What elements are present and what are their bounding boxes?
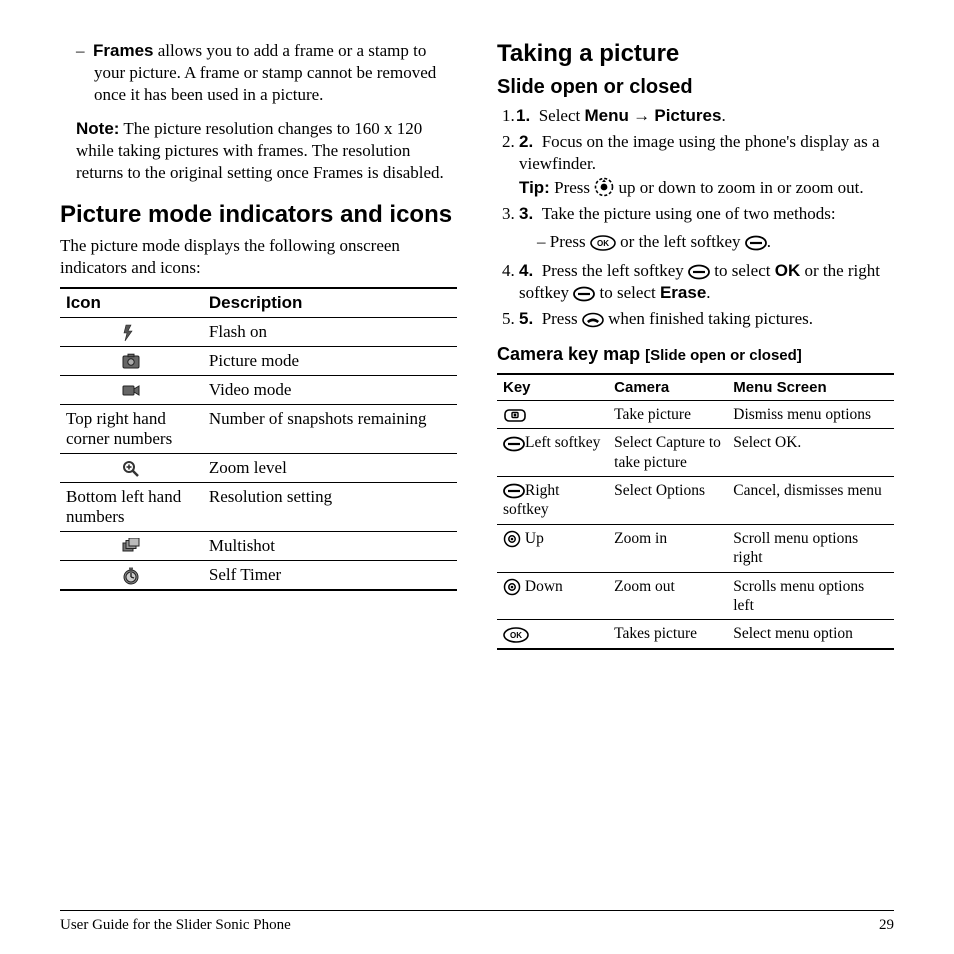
tip: Tip: Press up or down to zoom in or zoom… — [519, 177, 894, 199]
desc-cell: Video mode — [203, 375, 457, 404]
table-row: Picture mode — [60, 346, 457, 375]
key-cell: Left softkey — [497, 429, 608, 477]
table-row: UpZoom inScroll menu options right — [497, 524, 894, 572]
desc-cell: Number of snapshots remaining — [203, 405, 457, 454]
table-row: Right softkeySelect OptionsCancel, dismi… — [497, 477, 894, 525]
footer-title: User Guide for the Slider Sonic Phone — [60, 917, 291, 934]
key-cell: Right softkey — [497, 477, 608, 525]
key-cell — [497, 620, 608, 649]
keymap-table: Key Camera Menu Screen Take pictureDismi… — [497, 373, 894, 650]
step-3a: – Press or the left softkey . — [519, 231, 894, 253]
slide-heading: Slide open or closed — [497, 76, 894, 99]
menuscreen-cell: Select menu option — [727, 620, 894, 649]
step-5: 5. Press when finished taking pictures. — [519, 308, 894, 330]
kth-cam: Camera — [608, 374, 727, 401]
softkey-icon — [503, 436, 525, 452]
table-row: Video mode — [60, 375, 457, 404]
table-row: Bottom left hand numbersResolution setti… — [60, 483, 457, 532]
flash-icon — [122, 324, 140, 342]
step-3: 3. Take the picture using one of two met… — [519, 203, 894, 253]
desc-cell: Self Timer — [203, 561, 457, 591]
desc-cell: Flash on — [203, 317, 457, 346]
left-column: – Frames allows you to add a frame or a … — [60, 40, 457, 650]
camera-cell: Select Capture to take picture — [608, 429, 727, 477]
selftimer-icon — [122, 567, 140, 585]
icon-text-cell: Top right hand corner numbers — [60, 405, 203, 454]
step-4: 4. Press the left softkey to select OK o… — [519, 260, 894, 304]
icon-text-cell: Bottom left hand numbers — [60, 483, 203, 532]
frames-label: Frames — [93, 41, 153, 60]
camera-cell: Zoom out — [608, 572, 727, 620]
icons-heading: Picture mode indicators and icons — [60, 201, 457, 229]
camera-cell: Select Options — [608, 477, 727, 525]
th-icon: Icon — [60, 288, 203, 318]
softkey-icon — [688, 264, 710, 280]
step-2: 2. Focus on the image using the phone's … — [519, 131, 894, 199]
menuscreen-cell: Select OK. — [727, 429, 894, 477]
table-row: Flash on — [60, 317, 457, 346]
footer: User Guide for the Slider Sonic Phone 29 — [60, 910, 894, 934]
table-row: Self Timer — [60, 561, 457, 591]
camera-cell: Zoom in — [608, 524, 727, 572]
table-row: Left softkeySelect Capture to take pictu… — [497, 429, 894, 477]
frames-bullet: – Frames allows you to add a frame or a … — [60, 40, 457, 106]
menuscreen-cell: Dismiss menu options — [727, 400, 894, 428]
camera-cell: Takes picture — [608, 620, 727, 649]
kth-ms: Menu Screen — [727, 374, 894, 401]
ok-icon — [503, 627, 529, 643]
key-cell — [497, 400, 608, 428]
nav-icon — [503, 578, 521, 596]
camera-key-icon — [503, 406, 527, 424]
menuscreen-cell: Scrolls menu options left — [727, 572, 894, 620]
end-key-icon — [582, 312, 604, 328]
note-label: Note: — [76, 119, 119, 138]
multishot-icon — [122, 538, 140, 556]
step-1: 1. Select Menu → Pictures. — [519, 105, 894, 127]
ok-key-icon — [590, 235, 616, 251]
key-cell: Up — [497, 524, 608, 572]
right-column: Taking a picture Slide open or closed 1.… — [497, 40, 894, 650]
video-icon — [122, 382, 140, 400]
icons-intro: The picture mode displays the following … — [60, 235, 457, 279]
th-desc: Description — [203, 288, 457, 318]
icons-table: Icon Description Flash onPicture modeVid… — [60, 287, 457, 592]
table-row: Top right hand corner numbersNumber of s… — [60, 405, 457, 454]
kth-key: Key — [497, 374, 608, 401]
nav-icon — [503, 530, 521, 548]
table-row: Take pictureDismiss menu options — [497, 400, 894, 428]
key-cell: Down — [497, 572, 608, 620]
softkey-icon — [573, 286, 595, 302]
desc-cell: Multishot — [203, 532, 457, 561]
nav-key-icon — [594, 177, 614, 197]
page-number: 29 — [879, 917, 894, 934]
zoom-icon — [122, 460, 140, 478]
table-row: Takes pictureSelect menu option — [497, 620, 894, 649]
note-text: The picture resolution changes to 160 x … — [76, 119, 444, 182]
keymap-heading: Camera key map [Slide open or closed] — [497, 344, 894, 365]
desc-cell: Resolution setting — [203, 483, 457, 532]
steps: 1. Select Menu → Pictures. 2. Focus on t… — [497, 105, 894, 330]
desc-cell: Zoom level — [203, 454, 457, 483]
softkey-icon — [503, 483, 525, 499]
table-row: Multishot — [60, 532, 457, 561]
table-row: DownZoom outScrolls menu options left — [497, 572, 894, 620]
menuscreen-cell: Cancel, dismisses menu — [727, 477, 894, 525]
camera-cell: Take picture — [608, 400, 727, 428]
picture-icon — [122, 353, 140, 371]
menuscreen-cell: Scroll menu options right — [727, 524, 894, 572]
note: Note: The picture resolution changes to … — [60, 118, 457, 184]
desc-cell: Picture mode — [203, 346, 457, 375]
softkey-icon — [745, 235, 767, 251]
table-row: Zoom level — [60, 454, 457, 483]
taking-picture-heading: Taking a picture — [497, 40, 894, 68]
